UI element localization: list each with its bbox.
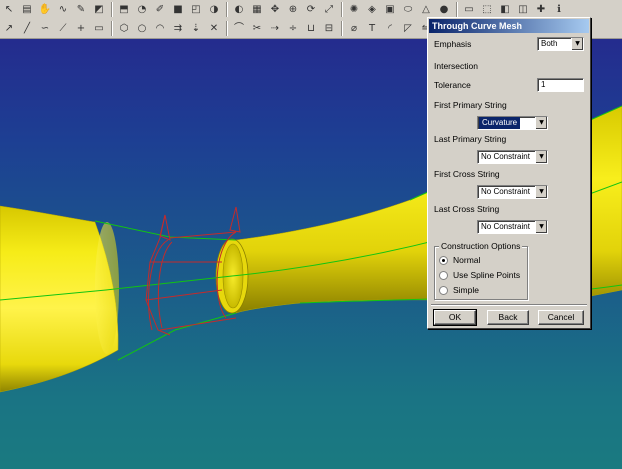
radio-use-spline-points[interactable]: Use Spline Points xyxy=(439,270,520,280)
tolerance-input[interactable]: 1 xyxy=(537,78,584,92)
display-icon[interactable]: ▭ xyxy=(462,3,476,17)
last-primary-string-value: No Constraint xyxy=(481,152,530,161)
fit-icon[interactable]: ⤢ xyxy=(322,3,336,17)
hand-icon[interactable]: ✋ xyxy=(38,3,52,17)
hidden-icon[interactable]: ◫ xyxy=(516,3,530,17)
spline-icon[interactable]: ∽ xyxy=(38,22,52,36)
first-cross-string-value: No Constraint xyxy=(481,187,530,196)
toolbar-separator xyxy=(456,2,457,17)
radio-use-spline-points-label: Use Spline Points xyxy=(453,270,521,280)
chamfer-icon[interactable]: ◸ xyxy=(401,22,415,36)
view-icon[interactable]: ◰ xyxy=(189,3,203,17)
toolbar-separator xyxy=(111,2,112,17)
tolerance-label: Tolerance xyxy=(434,80,471,90)
left-end-face xyxy=(95,222,119,354)
blend-icon[interactable]: ◔ xyxy=(135,3,149,17)
first-primary-string-select[interactable]: Curvature ▼ xyxy=(477,116,548,130)
toolbar-separator xyxy=(226,2,227,17)
cancel-button[interactable]: Cancel xyxy=(538,310,584,325)
curve-icon[interactable]: ∿ xyxy=(56,3,70,17)
first-cross-string-select[interactable]: No Constraint ▼ xyxy=(477,185,548,199)
last-cross-string-label: Last Cross String xyxy=(434,204,500,214)
snap-icon[interactable]: ✚ xyxy=(534,3,548,17)
arrow-icon[interactable]: ↗ xyxy=(2,22,16,36)
first-primary-string-label: First Primary String xyxy=(434,100,507,110)
point-icon[interactable]: + xyxy=(74,22,88,36)
sketch-icon[interactable]: ✎ xyxy=(74,3,88,17)
light-icon[interactable]: ✺ xyxy=(347,3,361,17)
last-primary-string-select[interactable]: No Constraint ▼ xyxy=(477,150,548,164)
project-icon[interactable]: ⇣ xyxy=(189,22,203,36)
radio-normal-label: Normal xyxy=(453,255,481,265)
polyline-icon[interactable]: ⟋ xyxy=(56,22,70,36)
info-icon[interactable]: ℹ xyxy=(552,3,566,17)
ok-button[interactable]: OK xyxy=(433,309,477,326)
polygon-icon[interactable]: ⬡ xyxy=(117,22,131,36)
radio-button-icon[interactable] xyxy=(439,255,448,265)
radio-button-icon[interactable] xyxy=(439,285,448,295)
chevron-down-icon[interactable]: ▼ xyxy=(571,38,583,50)
text-icon[interactable]: T xyxy=(365,22,379,36)
wireframe-icon[interactable]: ⬚ xyxy=(480,3,494,17)
chevron-down-icon[interactable]: ▼ xyxy=(535,151,547,163)
feature-icon[interactable]: ⬒ xyxy=(117,3,131,17)
extend-icon[interactable]: ⇢ xyxy=(268,22,282,36)
solid-icon[interactable]: ■ xyxy=(171,3,185,17)
emphasis-label: Emphasis xyxy=(434,39,472,49)
radio-simple[interactable]: Simple xyxy=(439,285,479,295)
cone-icon[interactable]: △ xyxy=(419,3,433,17)
intersect-icon[interactable]: ✕ xyxy=(207,22,221,36)
toolbar-separator xyxy=(111,21,112,36)
toolbar-separator xyxy=(226,21,227,36)
cube-icon[interactable]: ▣ xyxy=(383,3,397,17)
chevron-down-icon[interactable]: ▼ xyxy=(535,186,547,198)
radio-simple-label: Simple xyxy=(453,285,479,295)
chevron-down-icon[interactable]: ▼ xyxy=(535,117,547,129)
last-cross-string-value: No Constraint xyxy=(481,222,530,231)
last-cross-string-select[interactable]: No Constraint ▼ xyxy=(477,220,548,234)
back-button[interactable]: Back xyxy=(487,310,529,325)
emphasis-value: Both xyxy=(541,39,558,48)
rectangle-icon[interactable]: ▭ xyxy=(92,22,106,36)
intersection-label: Intersection xyxy=(434,61,478,71)
first-primary-string-value: Curvature xyxy=(479,117,521,129)
sphere-icon[interactable]: ● xyxy=(437,3,451,17)
last-primary-string-label: Last Primary String xyxy=(434,134,507,144)
radio-normal[interactable]: Normal xyxy=(439,255,480,265)
through-curve-mesh-dialog: Through Curve Mesh Emphasis Both ▼ Inter… xyxy=(427,17,591,329)
section-icon[interactable]: ⊟ xyxy=(322,22,336,36)
cylinder-icon[interactable]: ⬭ xyxy=(401,3,415,17)
helix-icon[interactable]: ⌀ xyxy=(347,22,361,36)
emphasis-select[interactable]: Both ▼ xyxy=(537,37,584,51)
arc-icon[interactable]: ◠ xyxy=(153,22,167,36)
divide-icon[interactable]: ÷ xyxy=(286,22,300,36)
offset-icon[interactable]: ⇉ xyxy=(171,22,185,36)
edit-icon[interactable]: ✐ xyxy=(153,3,167,17)
zoom-icon[interactable]: ⊕ xyxy=(286,3,300,17)
grid-icon[interactable]: ▦ xyxy=(250,3,264,17)
trim-icon[interactable]: ✂ xyxy=(250,22,264,36)
select-icon[interactable]: ↖ xyxy=(2,3,16,17)
bridge-icon[interactable]: ⌒ xyxy=(232,22,246,36)
toolbar-separator xyxy=(341,21,342,36)
render-icon[interactable]: ◐ xyxy=(232,3,246,17)
first-cross-string-label: First Cross String xyxy=(434,169,500,179)
circle-icon[interactable]: ○ xyxy=(135,22,149,36)
material-icon[interactable]: ◈ xyxy=(365,3,379,17)
dialog-title[interactable]: Through Curve Mesh xyxy=(429,19,589,33)
construction-options-legend: Construction Options xyxy=(439,241,523,251)
join-icon[interactable]: ⊔ xyxy=(304,22,318,36)
fillet-icon[interactable]: ◜ xyxy=(383,22,397,36)
layer-icon[interactable]: ▤ xyxy=(20,3,34,17)
toolbar-separator xyxy=(341,2,342,17)
shade-icon[interactable]: ◑ xyxy=(207,3,221,17)
surface-icon[interactable]: ◩ xyxy=(92,3,106,17)
dialog-divider xyxy=(431,304,587,306)
shaded-icon[interactable]: ◧ xyxy=(498,3,512,17)
pan-icon[interactable]: ✥ xyxy=(268,3,282,17)
line-icon[interactable]: ╱ xyxy=(20,22,34,36)
chevron-down-icon[interactable]: ▼ xyxy=(535,221,547,233)
rotate-icon[interactable]: ⟳ xyxy=(304,3,318,17)
radio-button-icon[interactable] xyxy=(439,270,448,280)
